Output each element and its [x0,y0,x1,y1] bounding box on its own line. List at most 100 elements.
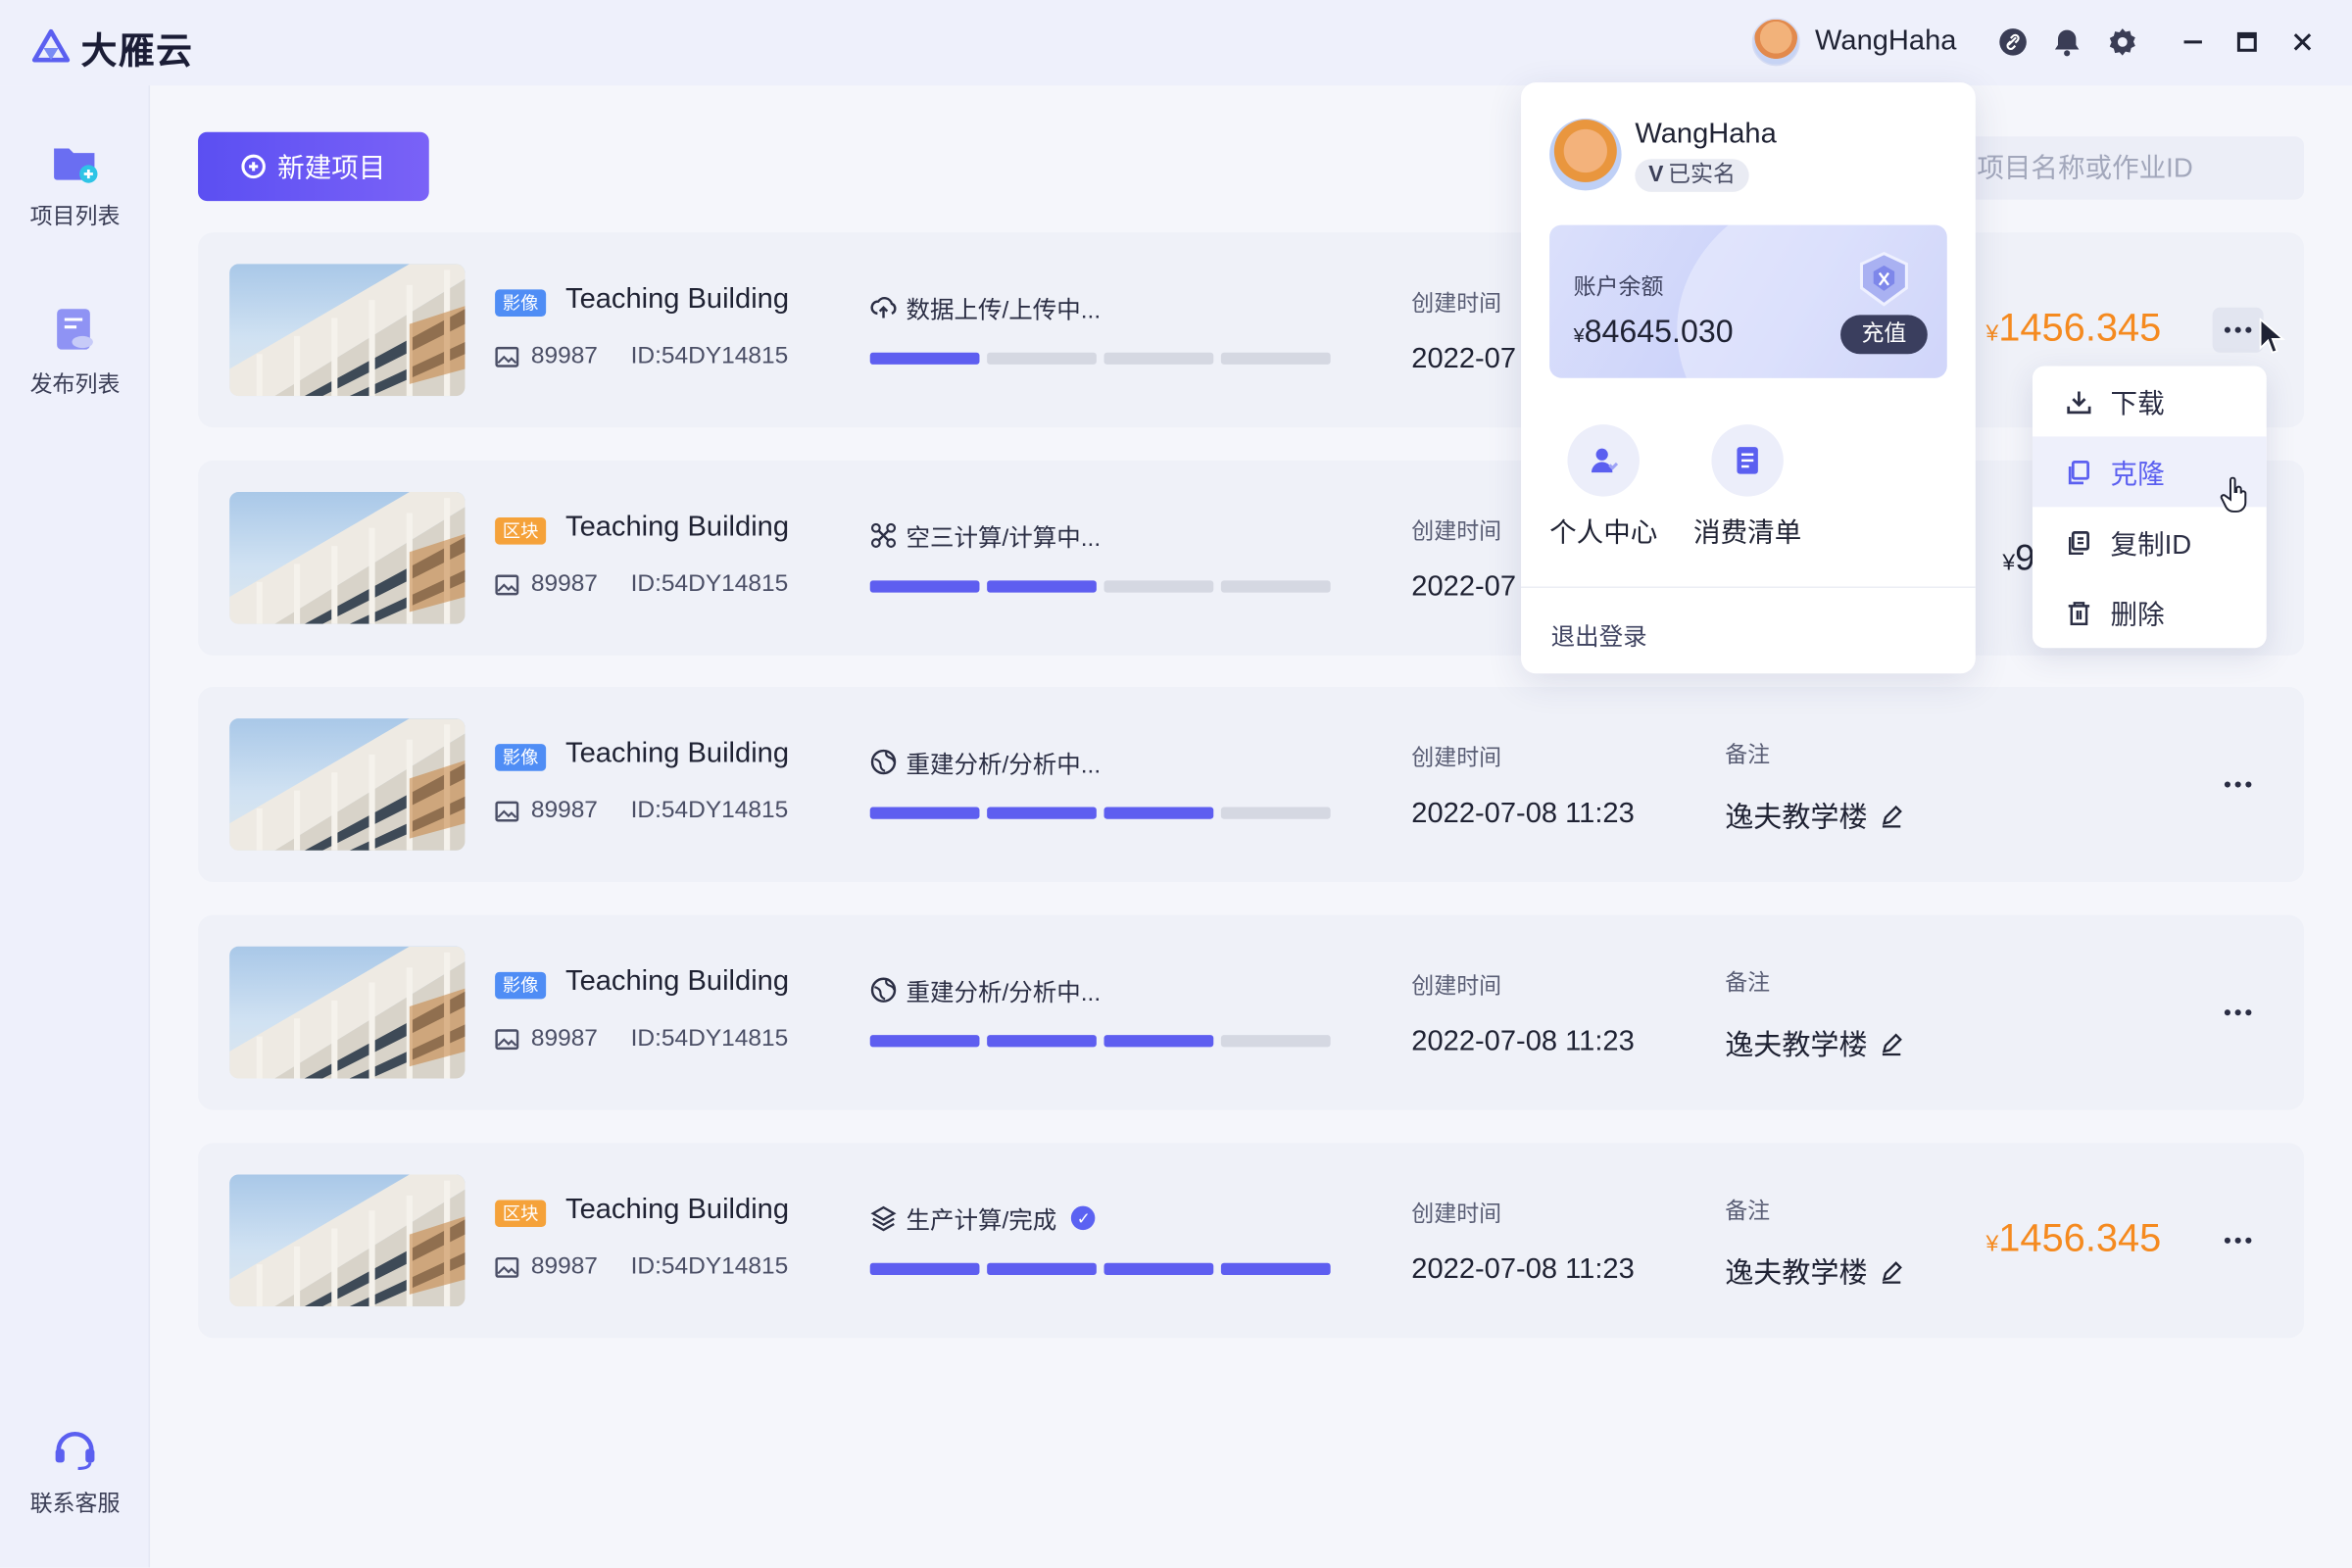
price-value: 1456.345 [1998,1214,2162,1260]
job-id: ID:54DY14815 [630,798,789,824]
bell-icon[interactable] [2052,27,2082,58]
verified-mark: V [1648,162,1664,188]
menu-item-copy-id[interactable]: 复制ID [2033,507,2267,577]
verified-label: 已实名 [1668,162,1736,188]
remark-label: 备注 [1725,1198,1771,1224]
copy-icon [2069,530,2089,555]
image-icon [495,801,519,822]
progress-segment [987,580,1097,593]
more-actions-button[interactable] [2213,990,2264,1035]
sidebar-item-support[interactable]: 联系客服 [0,1424,150,1518]
progress-segment [1103,807,1214,819]
table-row[interactable]: 影像 Teaching Building 89987 ID:54DY14815 … [198,232,2305,428]
job-status: 空三计算/计算中... [870,517,1101,554]
created-time: 2022-07 [1411,571,1517,604]
billing-list-label: 消费清单 [1693,517,1802,548]
menu-item-label: 复制ID [2110,528,2192,560]
job-status: 数据上传/上传中... [870,289,1101,325]
logout-link[interactable]: 退出登录 [1551,616,1647,653]
job-id: ID:54DY14815 [630,571,789,598]
table-row[interactable]: 影像 Teaching Building 89987 ID:54DY14815 … [198,687,2305,882]
progress-segment [1103,580,1214,593]
type-tag: 影像 [495,971,547,1000]
project-title[interactable]: Teaching Building [565,966,789,1000]
project-thumbnail[interactable] [229,1174,466,1307]
check-circle-icon: ✓ [1071,1205,1097,1231]
project-thumbnail[interactable] [229,264,466,397]
user-menu-trigger[interactable]: WangHaha [1751,18,1956,67]
brand-logo: 大雁云 [30,21,194,74]
image-count: 89987 [530,1025,598,1052]
gear-icon[interactable] [2107,27,2137,58]
layers-icon [870,1205,897,1232]
edit-pencil-icon[interactable] [1880,1259,1903,1284]
minimize-icon[interactable] [2175,24,2211,60]
close-icon[interactable] [2284,24,2321,60]
new-project-button[interactable]: 新建项目 [198,131,429,202]
menu-item-delete[interactable]: 删除 [2033,577,2267,648]
progress-bar [869,580,1331,593]
image-count: 89987 [530,343,598,369]
new-project-label: 新建项目 [277,153,386,183]
edit-pencil-icon[interactable] [1880,1031,1903,1055]
billing-list-button[interactable]: 消费清单 [1693,424,1801,551]
app-window: 大雁云 WangHaha 项目列表 发布列表 联系客服 新建项目 项目名称或作业… [0,0,2352,1568]
image-icon [495,346,519,368]
more-actions-button[interactable] [2213,1218,2264,1263]
personal-center-label: 个人中心 [1549,517,1658,548]
price-currency: ¥ [1985,320,1999,347]
price: ¥1456.345 [1986,1215,2162,1261]
sidebar-item-projects[interactable]: 项目列表 [0,136,150,230]
balance-card: 账户余额 ¥84645.030 充值 [1549,224,1947,378]
price-currency: ¥ [2002,550,2016,576]
remark-field[interactable]: 逸夫教学楼 [1725,1251,1903,1292]
edit-pencil-icon[interactable] [1880,804,1903,827]
hand-cursor-icon [2220,476,2247,513]
menu-item-download[interactable]: 下载 [2033,366,2267,436]
topup-button[interactable]: 充值 [1840,315,1928,355]
project-thumbnail[interactable] [229,718,466,851]
progress-segment [1103,1262,1214,1276]
maximize-icon[interactable] [2229,24,2265,60]
personal-center-button[interactable]: 个人中心 [1549,424,1657,551]
created-time: 2022-07 [1411,343,1517,375]
remark-label: 备注 [1725,970,1771,997]
search-input[interactable] [1935,136,2305,200]
project-title[interactable]: Teaching Building [565,283,789,317]
sidebar-item-label: 项目列表 [29,204,121,230]
progress-segment [987,352,1097,365]
project-meta: 89987 ID:54DY14815 [495,571,788,599]
clone-icon [2068,460,2089,484]
more-actions-button[interactable] [2212,307,2264,353]
remark-field[interactable]: 逸夫教学楼 [1725,795,1903,835]
job-id: ID:54DY14815 [630,343,789,369]
drone-icon [870,522,897,548]
created-label: 创建时间 [1411,290,1502,317]
project-thumbnail[interactable] [229,492,466,624]
project-title[interactable]: Teaching Building [565,512,789,545]
globe-icon [870,749,897,775]
table-row[interactable]: 影像 Teaching Building 89987 ID:54DY14815 … [198,914,2305,1110]
progress-bar [869,352,1331,365]
more-actions-button[interactable] [2213,762,2264,808]
avatar [1549,118,1622,191]
remark-field[interactable]: 逸夫教学楼 [1725,1023,1903,1063]
project-title[interactable]: Teaching Building [565,738,789,771]
progress-bar [869,1262,1331,1276]
project-thumbnail[interactable] [229,946,466,1079]
table-row[interactable]: 区块 Teaching Building 89987 ID:54DY14815 … [198,1143,2305,1339]
price-currency: ¥ [1985,1231,1999,1257]
progress-segment [987,1262,1097,1276]
sidebar-item-publish[interactable]: 发布列表 [0,305,150,399]
project-title[interactable]: Teaching Building [565,1194,789,1227]
link-icon[interactable] [1998,27,2029,58]
type-tag: 影像 [495,289,547,317]
table-row[interactable]: 区块 Teaching Building 89987 ID:54DY14815 … [198,460,2305,656]
brand-name: 大雁云 [80,31,194,73]
sidebar-item-label: 发布列表 [29,371,121,398]
progress-segment [1220,1035,1331,1048]
trash-icon [2068,601,2090,625]
project-meta: 89987 ID:54DY14815 [495,798,788,825]
created-label: 创建时间 [1411,973,1502,1000]
type-tag: 影像 [495,744,547,771]
